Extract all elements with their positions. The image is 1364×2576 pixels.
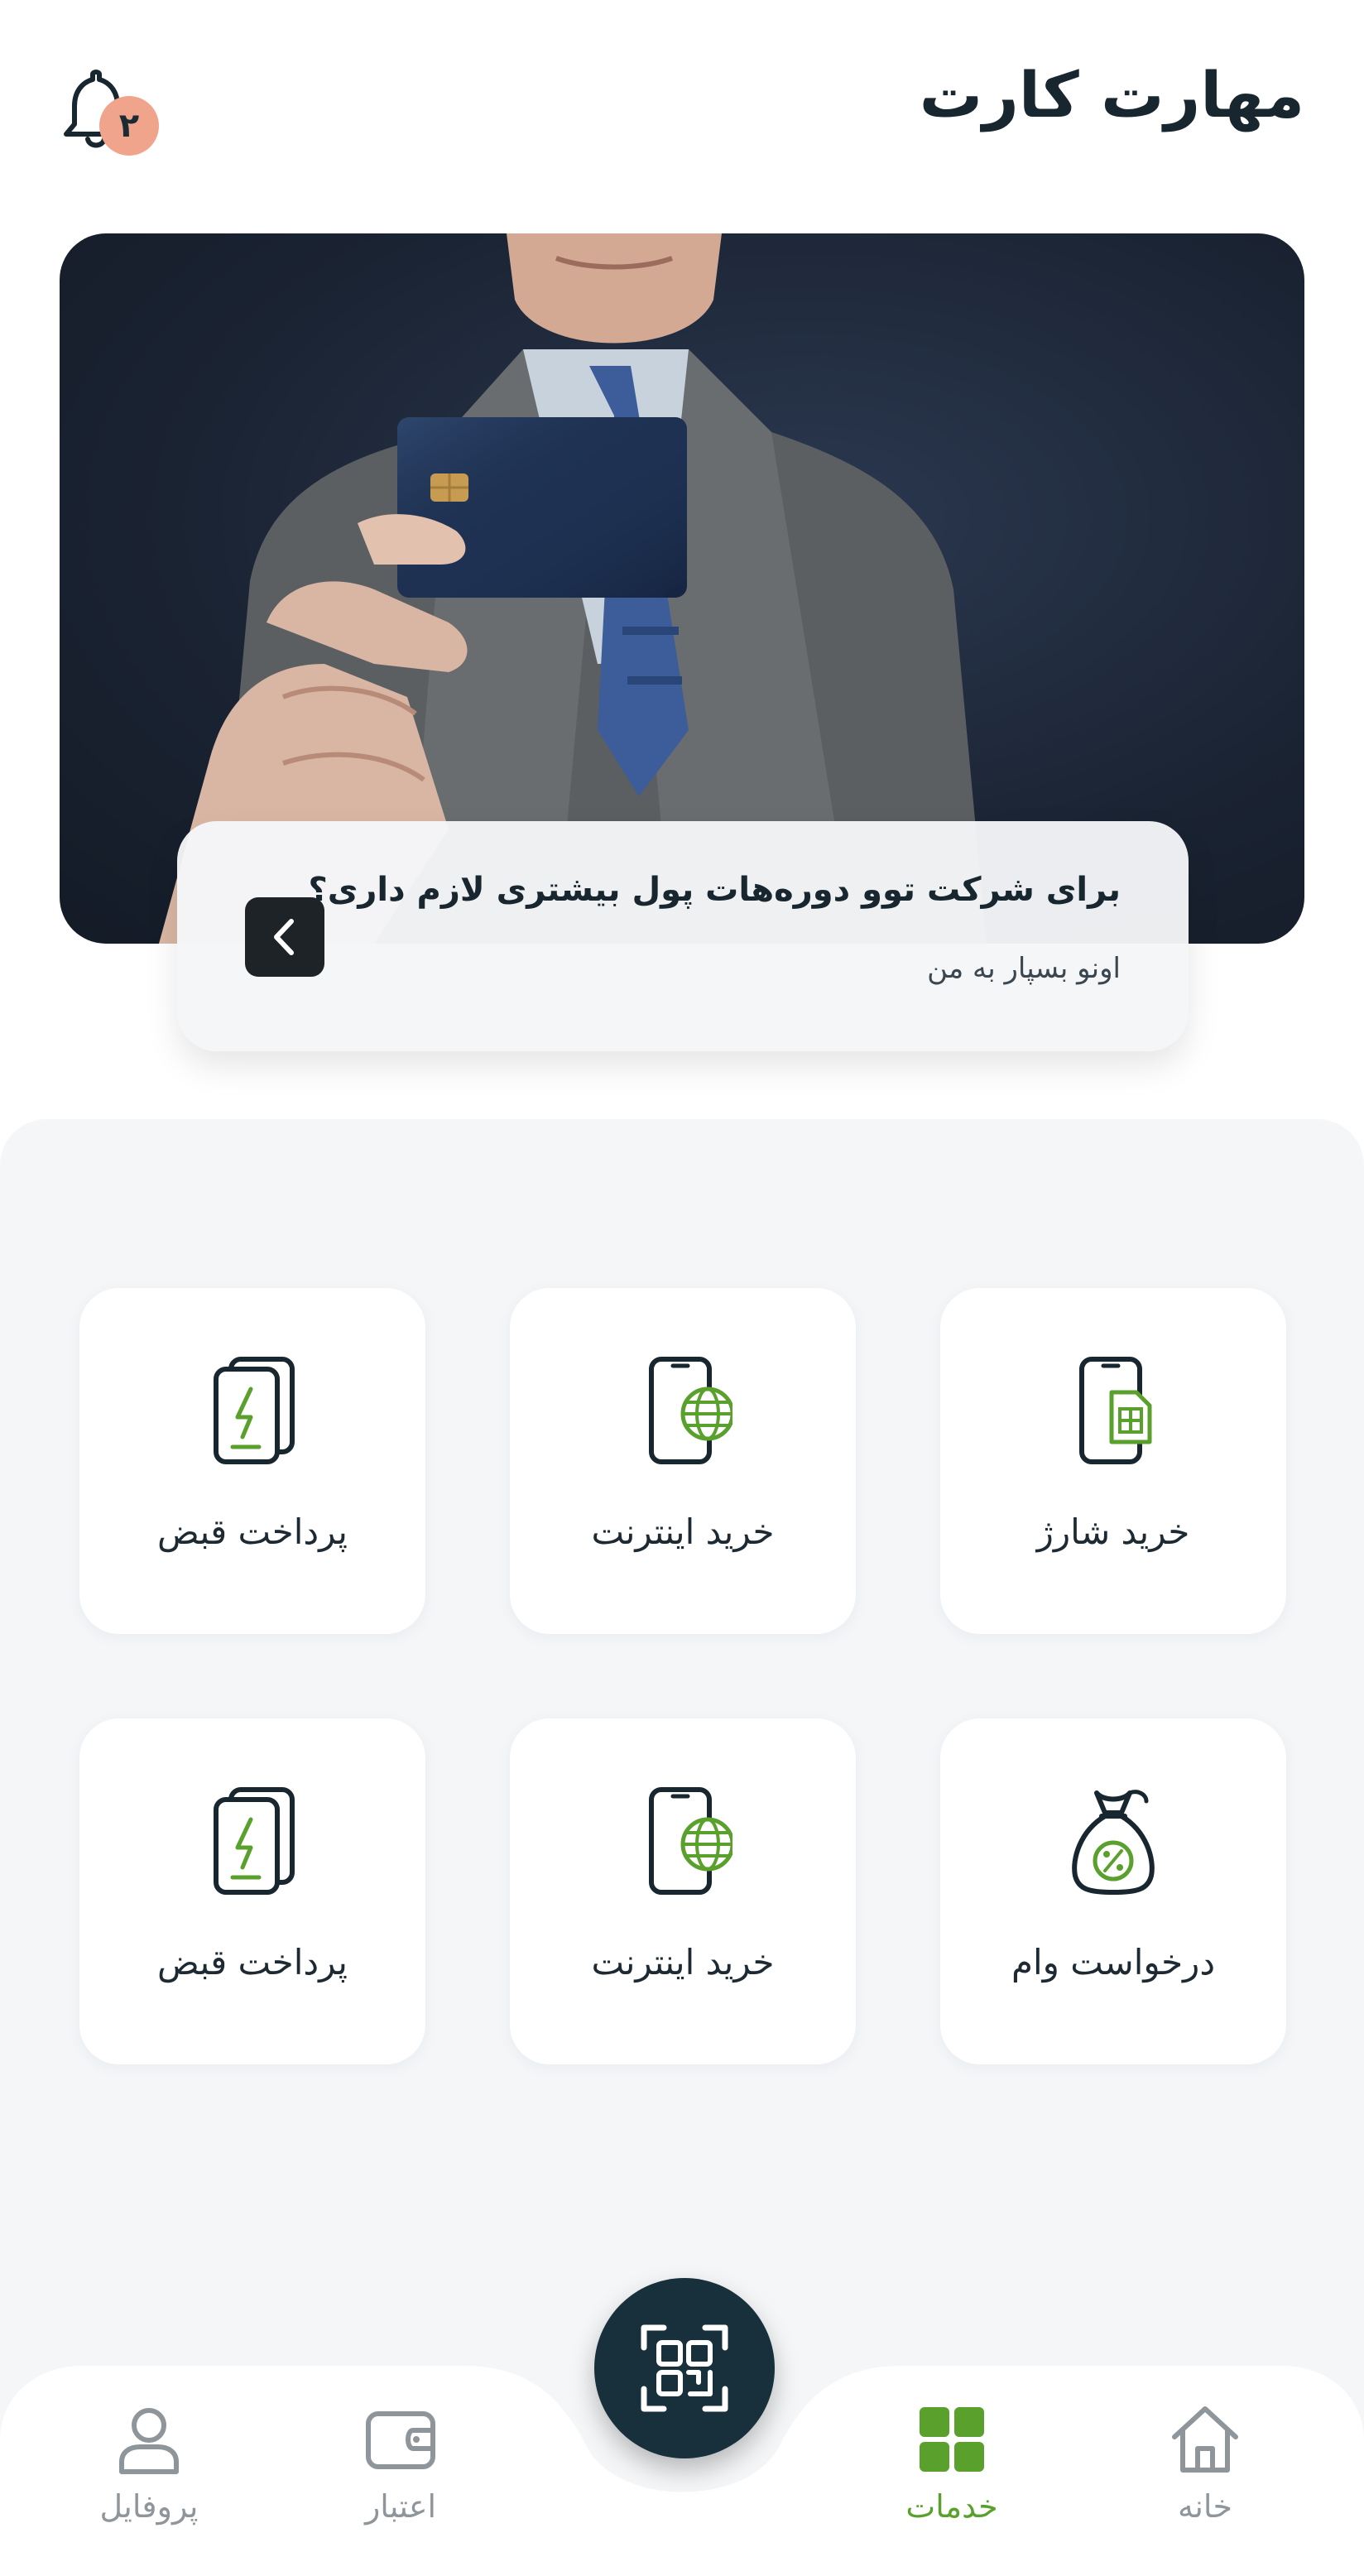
service-tile-buy-internet[interactable]: خرید اینترنت: [510, 1288, 856, 1634]
service-label: خرید شارژ: [1036, 1511, 1190, 1552]
service-label: خرید اینترنت: [591, 1942, 775, 1982]
globe-phone-icon: [649, 1787, 732, 1895]
user-icon: [119, 2408, 179, 2474]
promo-next-button[interactable]: [245, 897, 324, 977]
service-label: خرید اینترنت: [591, 1511, 775, 1552]
home-icon: [1172, 2406, 1238, 2473]
grid-icon: [920, 2407, 984, 2472]
nav-label-home: خانه: [1177, 2488, 1233, 2525]
nav-item-credit[interactable]: اعتبار: [310, 2402, 492, 2568]
service-tile-pay-bill[interactable]: پرداخت قبض: [79, 1288, 425, 1634]
notification-button[interactable]: ۲: [60, 70, 159, 161]
globe-phone-icon: [649, 1357, 732, 1464]
money-bag-icon: [1072, 1790, 1155, 1895]
chevron-left-icon: [274, 919, 294, 955]
nav-label-credit: اعتبار: [364, 2488, 437, 2525]
promo-title: برای شرکت توو دوره‌هات پول بیشتری لازم د…: [308, 871, 1121, 909]
sim-phone-icon: [1079, 1357, 1152, 1464]
qr-scan-button[interactable]: [594, 2278, 775, 2458]
service-label: درخواست وام: [1011, 1942, 1216, 1982]
nav-label-profile: پروفایل: [99, 2488, 199, 2525]
nav-item-profile[interactable]: پروفایل: [58, 2402, 240, 2568]
notification-badge: ۲: [99, 96, 159, 156]
nav-item-home[interactable]: خانه: [1114, 2402, 1296, 2568]
promo-card[interactable]: برای شرکت توو دوره‌هات پول بیشتری لازم د…: [177, 821, 1189, 1051]
qr-code-icon: [641, 2324, 728, 2412]
service-tile-pay-bill-2[interactable]: پرداخت قبض: [79, 1718, 425, 2064]
wallet-icon: [366, 2411, 435, 2469]
service-tile-loan-request[interactable]: درخواست وام: [940, 1718, 1286, 2064]
app-header: مهارت کارت ۲: [0, 0, 1364, 215]
app-title: مهارت کارت: [919, 58, 1305, 132]
nav-item-services[interactable]: خدمات: [861, 2402, 1043, 2568]
service-tile-buy-charge[interactable]: خرید شارژ: [940, 1288, 1286, 1634]
service-tile-buy-internet-2[interactable]: خرید اینترنت: [510, 1718, 856, 2064]
service-label: پرداخت قبض: [157, 1942, 348, 1982]
service-label: پرداخت قبض: [157, 1511, 348, 1552]
promo-subtitle: اونو بسپار به من: [927, 952, 1121, 985]
nav-label-services: خدمات: [905, 2488, 998, 2525]
bill-icon: [214, 1357, 295, 1464]
bill-icon: [214, 1787, 295, 1895]
